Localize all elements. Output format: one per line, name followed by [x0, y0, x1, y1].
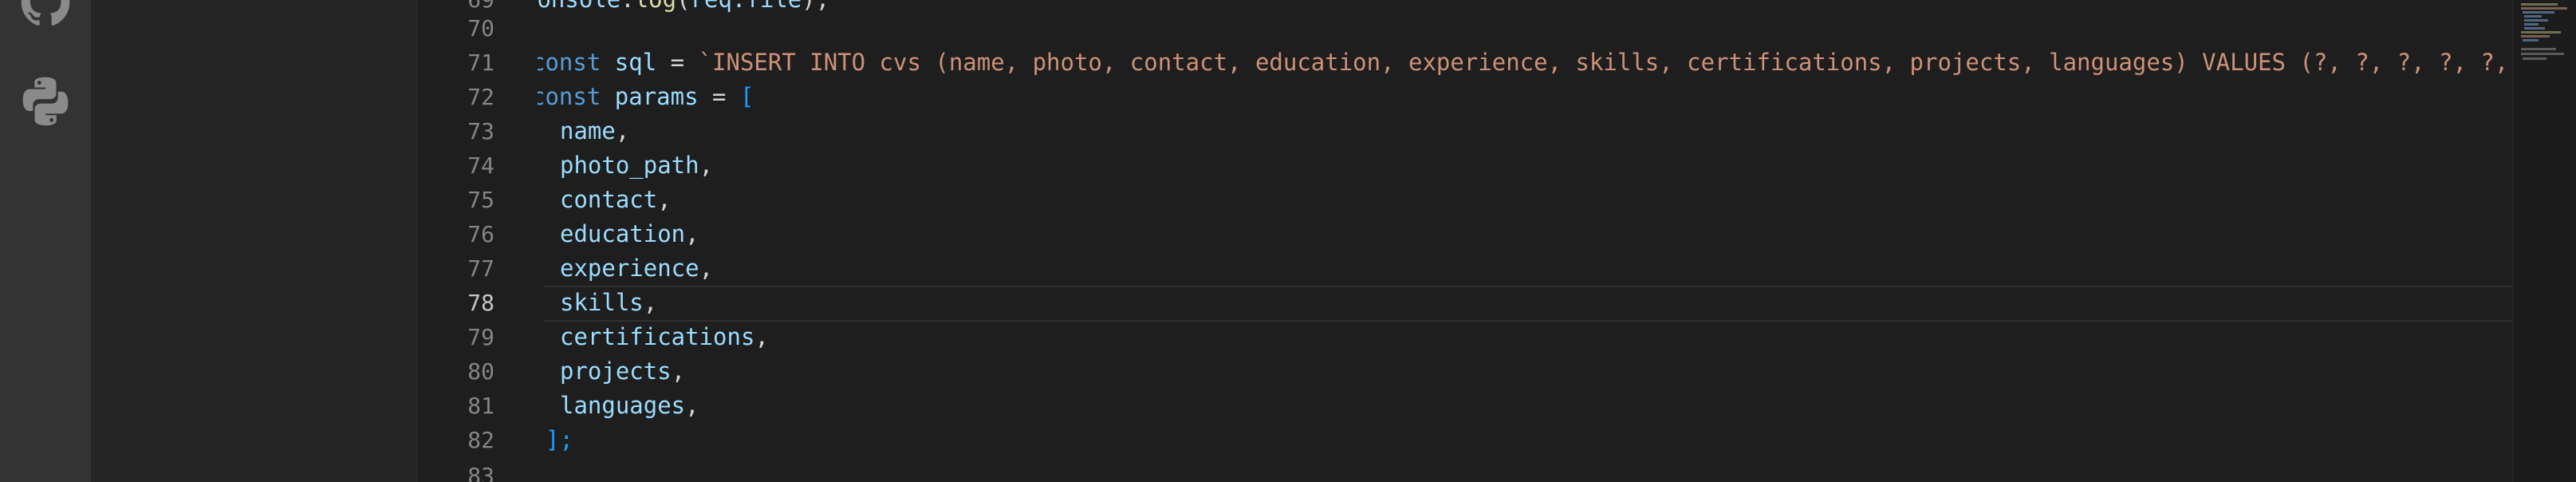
line-number: 77	[467, 255, 494, 282]
line-number: 79	[467, 324, 494, 350]
code-editor[interactable]: 69 70 71 72 73 74 75 76 77 78 79 80 81 8…	[418, 0, 2512, 482]
minimap-line	[2523, 57, 2546, 60]
github-icon[interactable]	[19, 0, 72, 29]
code-line-73: name,	[560, 117, 630, 144]
line-number: 74	[467, 152, 494, 179]
code-line-81: languages,	[560, 392, 699, 419]
minimap-line	[2521, 31, 2561, 34]
code-line-76: education,	[560, 220, 699, 247]
line-number: 82	[467, 427, 494, 453]
code-line-71: const sql = `INSERT INTO cvs (name, phot…	[538, 49, 2509, 76]
line-number: 83	[467, 463, 494, 482]
code-line-80: projects,	[560, 358, 686, 385]
minimap-line	[2523, 39, 2539, 41]
code-line-78: skills,	[560, 289, 658, 316]
sidebar	[91, 0, 418, 482]
line-number: 70	[467, 15, 494, 41]
activity-bar	[0, 0, 91, 482]
minimap-line	[2524, 15, 2542, 18]
code-line-77: experience,	[560, 255, 714, 282]
code-area[interactable]: console.log(req.file); const sql = `INSE…	[538, 0, 2512, 482]
minimap-line	[2524, 23, 2539, 26]
code-line-72: const params = [	[538, 83, 754, 110]
code-line-82: ];	[546, 426, 573, 453]
code-line-75: contact,	[560, 186, 672, 213]
code-line-69: console.log(req.file);	[538, 0, 829, 17]
code-line-79: certifications,	[560, 323, 769, 350]
minimap-line	[2523, 11, 2554, 14]
line-number: 72	[467, 84, 494, 110]
line-number-active: 78	[467, 290, 494, 316]
minimap[interactable]	[2512, 0, 2576, 482]
minimap-line	[2521, 53, 2564, 55]
line-number: 81	[467, 393, 494, 419]
python-icon[interactable]	[19, 75, 72, 128]
minimap-line	[2521, 35, 2550, 38]
minimap-line	[2524, 19, 2548, 22]
line-number: 71	[467, 49, 494, 76]
minimap-line	[2521, 7, 2567, 10]
minimap-line	[2524, 27, 2545, 30]
minimap-line	[2521, 3, 2558, 6]
line-number: 73	[467, 118, 494, 144]
line-number: 75	[467, 187, 494, 213]
line-number: 80	[467, 358, 494, 385]
code-line-74: photo_path,	[560, 152, 714, 179]
minimap-line	[2521, 48, 2556, 50]
line-number: 76	[467, 221, 494, 247]
line-number-gutter: 69 70 71 72 73 74 75 76 77 78 79 80 81 8…	[418, 0, 514, 482]
